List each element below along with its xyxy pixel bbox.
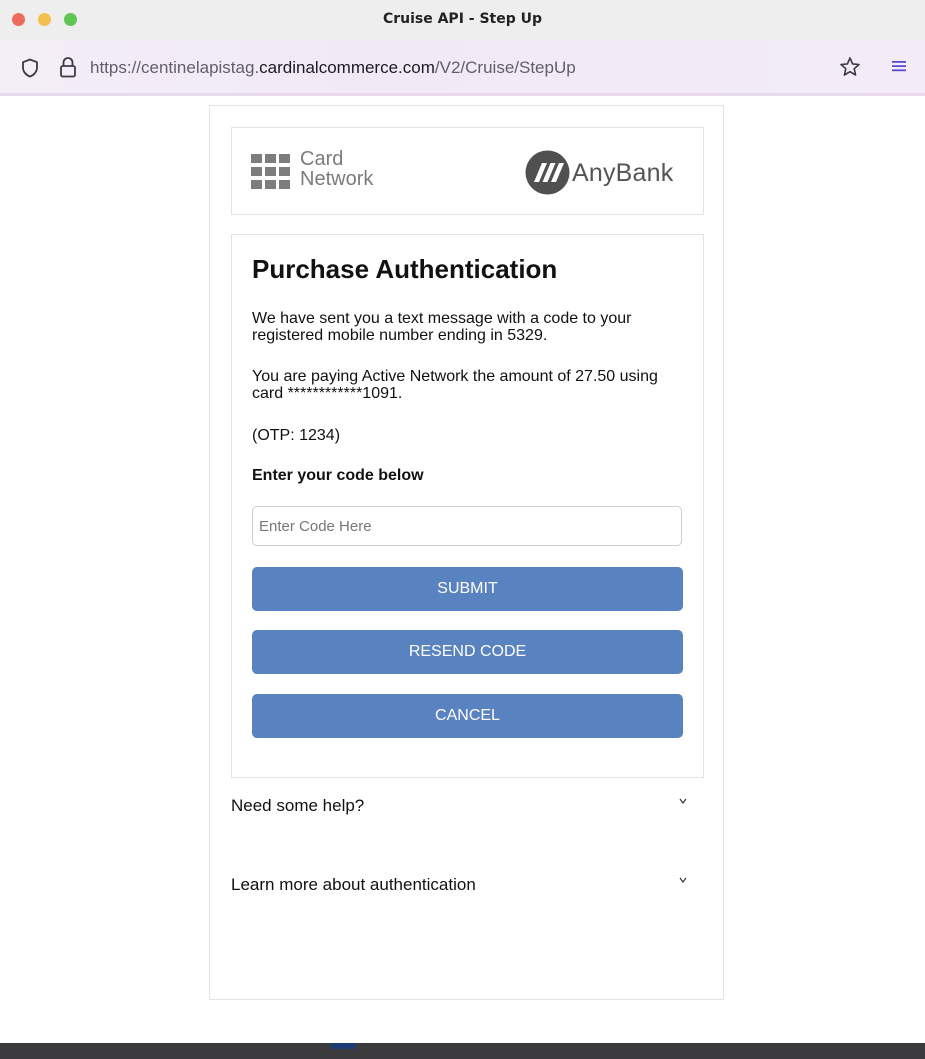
cancel-button[interactable]: CANCEL [252, 694, 683, 738]
anybank-wordmark: AnyBank [572, 159, 674, 187]
submit-button[interactable]: SUBMIT [252, 567, 683, 611]
resend-code-button[interactable]: RESEND CODE [252, 630, 683, 674]
card-network-wordmark: Card Network [300, 148, 374, 190]
browser-window: Cruise API - Step Up https://centinelapi… [0, 0, 925, 1043]
url-text[interactable]: https://centinelapistag.cardinalcommerce… [90, 58, 576, 78]
url-domain: cardinalcommerce.com [259, 58, 435, 77]
authentication-form: Purchase Authentication We have sent you… [231, 234, 704, 778]
page-title: Purchase Authentication [252, 254, 558, 284]
menu-icon[interactable] [890, 58, 908, 74]
dock-app-indicator[interactable] [331, 1043, 356, 1049]
otp-hint: (OTP: 1234) [252, 427, 341, 444]
help-accordion-label: Need some help? [231, 796, 365, 815]
dock-bar [0, 1043, 925, 1059]
url-prefix: https://centinelapistag. [90, 58, 260, 77]
chevron-down-icon [679, 877, 687, 883]
star-icon[interactable] [839, 56, 861, 78]
sms-message: We have sent you a text message with a c… [252, 310, 632, 344]
learn-more-accordion[interactable]: Learn more about authentication [231, 875, 702, 899]
window-title: Cruise API - Step Up [382, 11, 543, 27]
address-bar[interactable]: https://centinelapistag.cardinalcommerce… [8, 48, 917, 86]
chevron-down-icon [679, 798, 687, 804]
code-input[interactable] [252, 506, 682, 546]
challenge-page: Card Network AnyBank Purchase Authentica… [209, 105, 724, 1000]
url-path: /V2/Cruise/StepUp [434, 58, 576, 77]
help-accordion[interactable]: Need some help? [231, 796, 702, 820]
card-network-grid-icon [251, 154, 290, 189]
card-network-logo: Card Network [251, 148, 401, 195]
lock-icon[interactable] [58, 56, 78, 78]
shield-icon[interactable] [20, 58, 40, 78]
code-label: Enter your code below [252, 467, 424, 484]
title-bar: Cruise API - Step Up [0, 0, 925, 40]
learn-more-accordion-label: Learn more about authentication [231, 875, 476, 894]
browser-toolbar: https://centinelapistag.cardinalcommerce… [0, 40, 925, 96]
anybank-logo: AnyBank [525, 150, 695, 195]
logo-header: Card Network AnyBank [231, 127, 704, 215]
payment-message: You are paying Active Network the amount… [252, 368, 658, 402]
anybank-mark-icon [525, 150, 570, 195]
